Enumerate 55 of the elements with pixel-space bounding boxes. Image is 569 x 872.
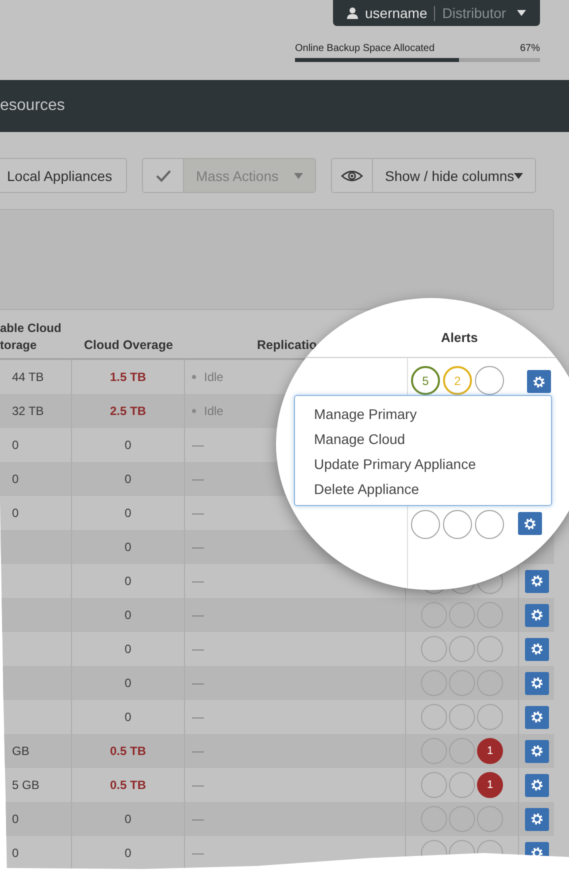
- table-cell: 0: [124, 710, 132, 724]
- menu-item[interactable]: Manage Cloud: [295, 426, 406, 451]
- table-cell: 1.5 TB: [110, 370, 146, 384]
- table-cell: —: [192, 642, 204, 656]
- table-cell: 0: [12, 438, 19, 452]
- account-menu-button[interactable]: username Distributor: [333, 0, 540, 26]
- table-cell: 0: [124, 438, 132, 452]
- table-cell: 0: [124, 540, 132, 554]
- storage-percent: 67%: [520, 43, 540, 54]
- table-cell: —: [192, 574, 204, 588]
- table-cell: —: [192, 506, 204, 520]
- table-cell: 0: [124, 642, 132, 656]
- table-cell: 0: [124, 846, 132, 860]
- table-cell: —: [192, 608, 204, 622]
- table-cell: —: [192, 472, 204, 486]
- table-cell: GB: [12, 744, 30, 758]
- menu-item[interactable]: Update Primary Appliance: [295, 451, 476, 476]
- table-cell: —: [192, 744, 204, 758]
- table-cell: 0: [124, 472, 132, 486]
- column-header: Alerts: [441, 330, 478, 345]
- table-cell: —: [192, 676, 204, 690]
- local-appliances-button[interactable]: Local Appliances: [0, 158, 127, 193]
- table-cell: 2.5 TB: [110, 404, 146, 418]
- table-cell: —: [192, 846, 204, 860]
- table-cell: 0: [124, 676, 132, 690]
- alert-count: 1: [477, 738, 503, 764]
- table-cell: —: [192, 438, 204, 452]
- table-cell: —: [192, 710, 204, 724]
- storage-label: Online Backup Space Allocated: [295, 43, 435, 54]
- menu-item[interactable]: Delete Appliance: [295, 476, 420, 501]
- column-header: Replicatio: [256, 337, 318, 354]
- show-hide-columns-dropdown[interactable]: Show / hide columns: [331, 158, 536, 193]
- column-header: able Cloud torage: [0, 320, 62, 354]
- page-title: esources: [0, 97, 65, 115]
- table-cell: 5 GB: [12, 778, 40, 792]
- table-cell: Idle: [204, 370, 224, 384]
- table-cell: Idle: [204, 404, 224, 418]
- table-cell: 0: [12, 812, 19, 826]
- table-cell: —: [192, 812, 204, 826]
- table-cell: 0: [12, 846, 19, 860]
- table-cell: —: [192, 778, 204, 792]
- column-header: Cloud Overage: [83, 337, 174, 354]
- table-cell: 0: [12, 472, 19, 486]
- alert-count: 1: [477, 772, 503, 798]
- table-cell: —: [192, 540, 204, 554]
- table-cell: 44 TB: [12, 370, 44, 384]
- table-cell: 0: [12, 506, 19, 520]
- menu-item[interactable]: Manage Primary: [295, 401, 417, 426]
- table-cell: 32 TB: [12, 404, 44, 418]
- table-cell: 0: [124, 574, 132, 588]
- table-cell: 0: [124, 608, 132, 622]
- table-cell: 0: [124, 506, 132, 520]
- table-cell: 0: [124, 812, 132, 826]
- table-cell: 0.5 TB: [110, 744, 146, 758]
- table-cell: 0.5 TB: [110, 778, 146, 792]
